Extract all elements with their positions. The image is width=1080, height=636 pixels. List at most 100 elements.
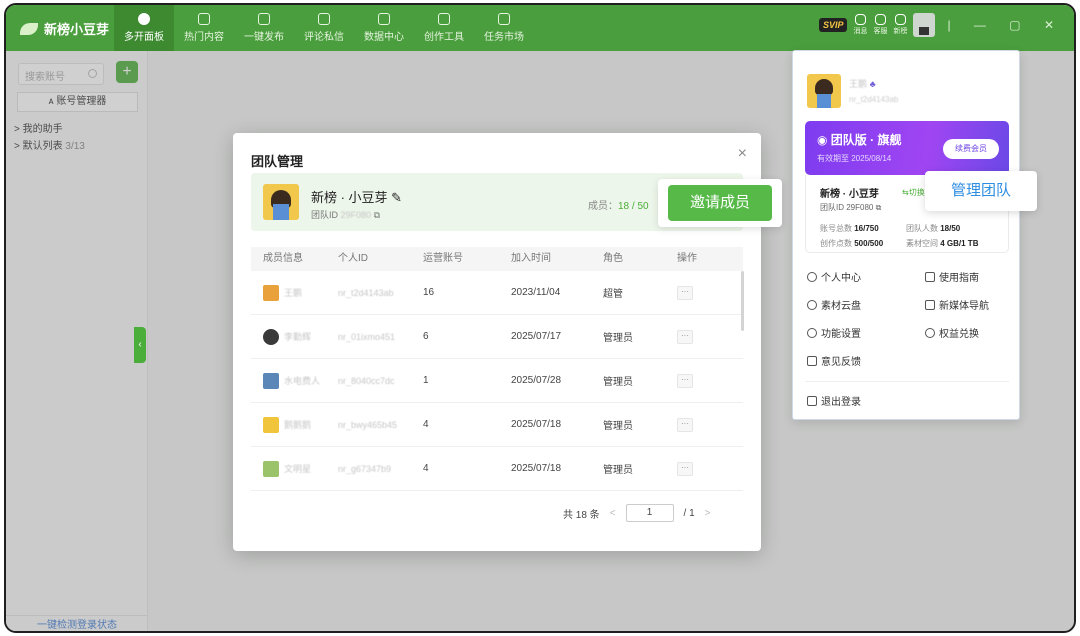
svip-badge[interactable]: SVIP [818, 18, 848, 32]
nav-label: 任务市场 [484, 32, 524, 43]
pagination: 共 18 条 < 1 / 1 > [563, 504, 711, 522]
fire-icon [198, 13, 210, 25]
membership-tier-card: ◉ 团队版 · 旗舰 有效期至 2025/08/14 续费会员 [805, 121, 1009, 175]
manage-team-button[interactable]: 管理团队 [925, 171, 1037, 211]
menu-user-guide[interactable]: 使用指南 [925, 269, 979, 284]
feedback-icon [807, 355, 817, 366]
cloud-icon [807, 299, 817, 310]
heart-icon [925, 327, 935, 338]
menu-label: 使用指南 [939, 273, 979, 284]
pager-of: / 1 [683, 507, 695, 519]
stat-value: 18/50 [940, 224, 961, 233]
member-joined: 2025/07/28 [511, 375, 562, 386]
col-accounts: 运营账号 [423, 253, 463, 264]
popover-user-name: 王鹏 ♣ [849, 77, 876, 90]
member-accounts: 1 [423, 375, 429, 386]
member-name: 王鹏 [284, 288, 303, 298]
task-icon [498, 13, 510, 25]
more-actions-button[interactable]: ··· [677, 373, 693, 388]
more-actions-button[interactable]: ··· [677, 329, 693, 344]
members-value: 18 / 50 [618, 201, 649, 212]
next-page-icon[interactable]: > [705, 508, 711, 519]
member-id: nr_01ixmo451 [338, 331, 396, 342]
divider [805, 381, 1009, 382]
member-avatar [263, 372, 279, 389]
nav-label: 评论私信 [304, 32, 344, 43]
guide-icon [925, 271, 935, 282]
menu-feedback[interactable]: 意见反馈 [807, 353, 861, 368]
renew-button[interactable]: 续费会员 [943, 139, 999, 159]
menu-media-nav[interactable]: 新媒体导航 [925, 297, 989, 312]
nav-data-center[interactable]: 数据中心 [354, 5, 414, 51]
col-personal-id: 个人ID [338, 253, 368, 264]
window-controls[interactable]: | — ▢ ✕ [947, 18, 1064, 32]
menu-label: 功能设置 [821, 329, 861, 340]
member-joined: 2023/11/04 [511, 287, 561, 298]
logout-button[interactable]: 退出登录 [807, 393, 861, 408]
nav-task-market[interactable]: 任务市场 [474, 5, 534, 51]
nav-hot-content[interactable]: 热门内容 [174, 5, 234, 51]
nav-creation-tools[interactable]: 创作工具 [414, 5, 474, 51]
team-stats: 账号总数 16/750 团队人数 18/50 创作点数 500/500 素材空间 4… [820, 221, 1004, 251]
top-bar: 新榜小豆芽 多开面板 热门内容 一键发布 评论私信 数据中心 创作工具 任务市场… [6, 5, 1074, 51]
menu-settings[interactable]: 功能设置 [807, 325, 861, 340]
table-scrollbar[interactable] [741, 271, 744, 331]
app-logo[interactable]: 新榜小豆芽 [20, 19, 109, 38]
table-row: 王鹏 nr_t2d4143ab 16 2023/11/04 超管 ··· [251, 271, 743, 315]
member-name: 文明星 [284, 464, 312, 474]
prev-page-icon[interactable]: < [610, 508, 616, 519]
user-icon [807, 271, 817, 282]
menu-redeem[interactable]: 权益兑换 [925, 325, 979, 340]
nav-label: 数据中心 [364, 32, 404, 43]
tier-expiry: 有效期至 2025/08/14 [817, 154, 892, 163]
vip-badge-icon: ♣ [869, 79, 876, 89]
team-name[interactable]: 新榜 · 小豆芽 ✎ [311, 187, 402, 206]
menu-personal-center[interactable]: 个人中心 [807, 269, 861, 284]
team-id-value: 29F080 [340, 210, 372, 220]
bell-icon [854, 14, 866, 25]
user-name: 王鹏 [849, 79, 868, 89]
stat-label: 素材空间 [906, 239, 938, 248]
member-accounts: 16 [423, 287, 435, 298]
stat-label: 团队人数 [906, 224, 938, 233]
member-avatar [263, 416, 279, 433]
stat-value: 500/500 [854, 239, 884, 248]
member-joined: 2025/07/17 [511, 331, 562, 342]
topbar-right: SVIP 消息 客服 新榜 | — ▢ ✕ [818, 13, 1064, 37]
team-avatar [263, 184, 299, 220]
nav-one-click-publish[interactable]: 一键发布 [234, 5, 294, 51]
headset-icon [874, 14, 886, 25]
close-icon[interactable]: × [738, 145, 747, 163]
newrank-icon [894, 14, 906, 25]
message-icon [318, 13, 330, 25]
nav-multi-panel[interactable]: 多开面板 [114, 5, 174, 51]
team-id-label: 团队ID [311, 210, 339, 220]
menu-label: 素材云盘 [821, 301, 861, 312]
member-id: nr_t2d4143ab [338, 287, 394, 298]
col-member-info: 成员信息 [263, 253, 303, 264]
pager-total: 共 18 条 [563, 509, 600, 521]
more-actions-button[interactable]: ··· [677, 461, 693, 476]
page-input[interactable]: 1 [625, 504, 674, 522]
user-avatar[interactable] [913, 13, 936, 37]
support-button[interactable]: 客服 [873, 14, 887, 36]
member-role: 管理员 [603, 421, 633, 432]
copy-icon[interactable]: ⧉ [374, 210, 380, 220]
invite-member-button[interactable]: 邀请成员 [668, 185, 772, 221]
more-actions-button[interactable]: ··· [677, 417, 693, 432]
newrank-button[interactable]: 新榜 [893, 14, 907, 36]
nav-comments[interactable]: 评论私信 [294, 5, 354, 51]
menu-cloud-drive[interactable]: 素材云盘 [807, 297, 861, 312]
sidebar-collapse-handle[interactable]: ‹ [134, 327, 146, 363]
more-actions-button[interactable]: ··· [677, 285, 693, 300]
table-row: 水电费人 nr_8040cc7dc 1 2025/07/28 管理员 ··· [251, 359, 743, 403]
switch-team-link[interactable]: ⇆切换 [902, 187, 925, 198]
popover-avatar [807, 74, 841, 108]
col-role: 角色 [603, 253, 623, 264]
menu-label: 意见反馈 [821, 357, 861, 368]
notifications-button[interactable]: 消息 [853, 14, 867, 36]
publish-icon [258, 13, 270, 25]
member-joined: 2025/07/18 [511, 419, 562, 430]
table-row: 鹅鹅鹅 nr_bwy465b45 4 2025/07/18 管理员 ··· [251, 403, 743, 447]
tier-title: ◉ 团队版 · 旗舰 [817, 133, 902, 147]
